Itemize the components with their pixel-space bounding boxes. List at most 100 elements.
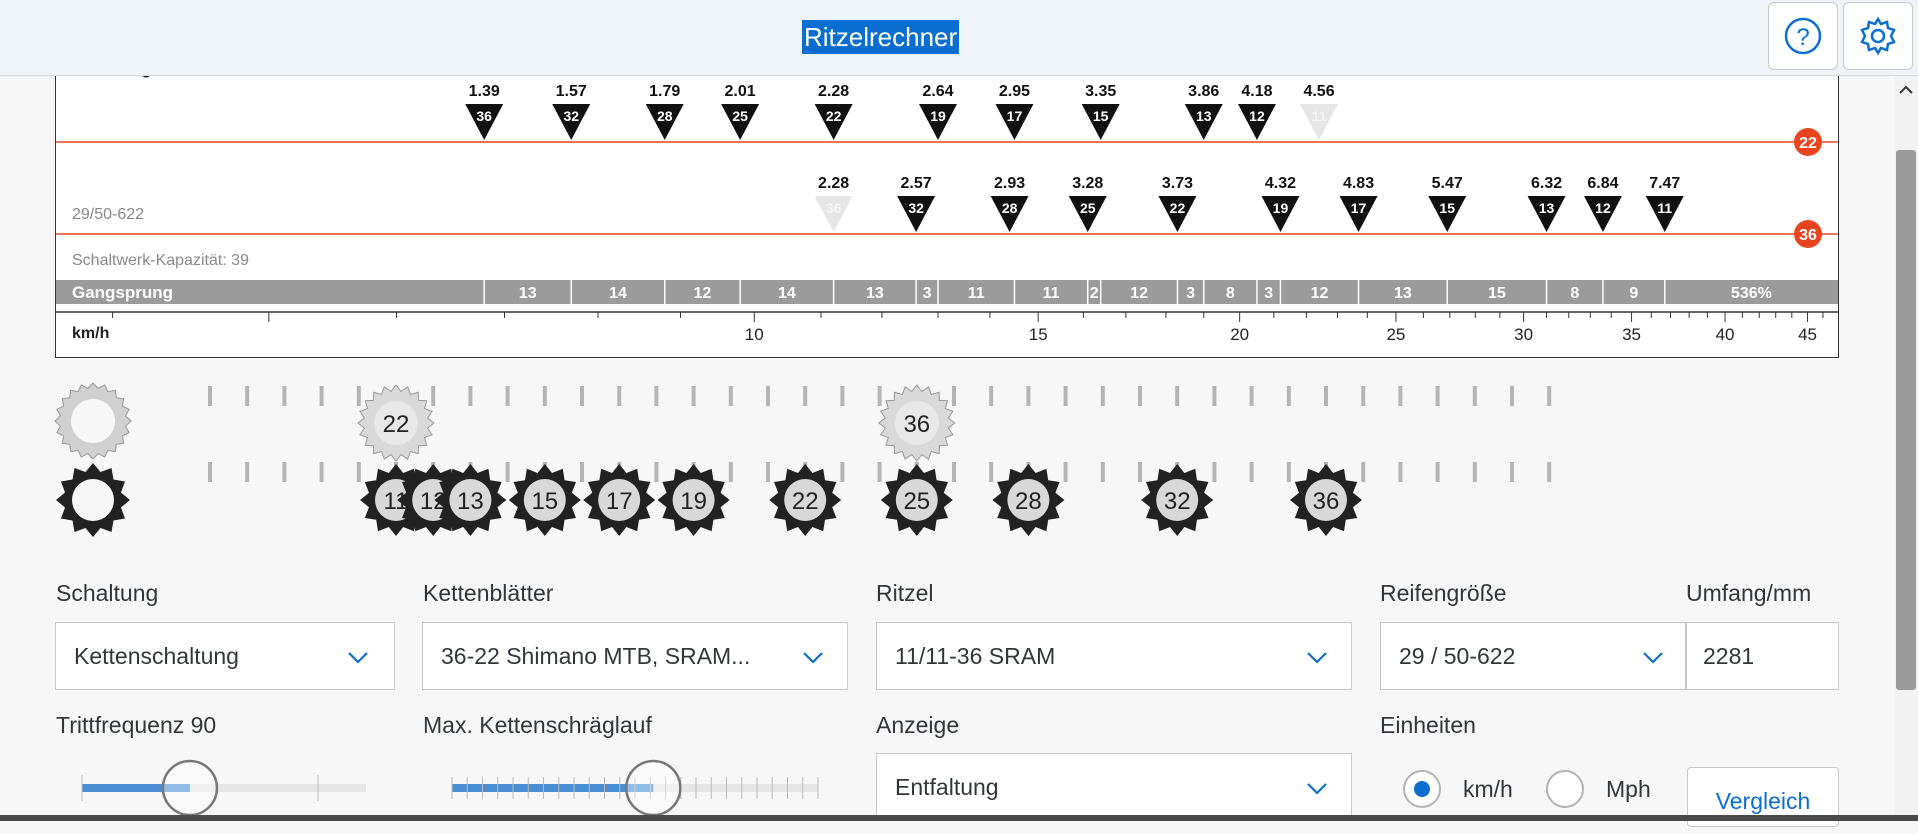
gear-position-dash [542,386,547,406]
gangsprung-value: 15 [1488,285,1506,302]
gear-entfaltung-label: 6.84 [1587,175,1618,192]
gear-position-dash [989,462,994,482]
gear-entfaltung-label: 3.35 [1085,83,1116,100]
gear-position-dash [952,386,956,406]
chevron-down-icon [1643,652,1663,664]
gear-position-dash [1138,386,1142,406]
gear-position-dash [1472,386,1477,406]
gear-position-dash [766,462,770,482]
gangsprung-value: 3 [1264,285,1273,302]
gear-marker-cog-label: 19 [930,108,946,124]
app-header: Ritzelrechner ? [0,0,1918,76]
kmh-radio-label[interactable]: km/h [1463,776,1513,803]
chevron-down-icon [1307,783,1327,795]
gear-marker-cog-label: 36 [476,108,492,124]
gear-position-dash [654,386,659,406]
gear-position-dash [580,462,584,482]
gangsprung-value: 2 [1090,285,1099,302]
gear-marker-cog-label: 13 [1196,108,1212,124]
reifen-label: Reifengröße [1380,580,1507,606]
gangsprung-label: Gangsprung [72,283,173,302]
gear-marker-cog-label: 22 [826,108,842,124]
gear-marker-cog-label: 11 [1312,108,1327,124]
kettenschraeglauf-slider-handle[interactable] [625,759,682,817]
speed-axis-tick-label: 10 [745,325,764,344]
gear-marker-cog-label: 36 [826,200,842,216]
gear-entfaltung-label: 6.32 [1531,175,1562,192]
gear-marker-cog-label: 15 [1439,200,1455,216]
schaltung-select[interactable]: Kettenschaltung [55,622,395,690]
gear-entfaltung-label: 4.18 [1241,83,1272,100]
cog-icon-label: 22 [792,488,819,515]
cog-icon-label: 28 [1015,488,1042,515]
gangsprung-value: 14 [609,285,627,302]
ritzel-select[interactable]: 11/11-36 SRAM [876,622,1352,690]
gangsprung-value: 12 [1311,285,1329,302]
gangsprung-value: 13 [519,285,537,302]
gangsprung-value: 8 [1570,285,1579,302]
schaltung-value: Kettenschaltung [74,643,239,669]
gear-entfaltung-label: 2.57 [901,175,932,192]
gear-position-dash [208,386,212,406]
chainring-badge-label: 36 [1799,227,1817,244]
settings-button[interactable] [1843,2,1913,70]
gear-position-dash [691,386,696,406]
chainring-icon-label: 22 [383,411,410,438]
help-button[interactable]: ? [1768,2,1838,70]
umfang-input[interactable]: 2281 [1686,622,1839,690]
cog-icon-label: 15 [531,488,558,515]
chainring-icon-label: 36 [903,411,930,438]
gear-marker-cog-label: 28 [1002,200,1018,216]
gangsprung-value: 11 [1043,285,1060,302]
gear-position-dash [1286,386,1291,406]
anzeige-select[interactable]: Entfaltung [876,753,1352,821]
gear-position-dash [468,386,473,406]
gear-position-dash [245,462,250,482]
anzeige-value: Entfaltung [895,774,999,800]
gear-position-dash [431,386,436,406]
gear-position-dash [654,462,659,482]
mph-radio-label[interactable]: Mph [1606,776,1651,803]
speed-axis-tick-label: 30 [1514,325,1533,344]
scrollbar-thumb[interactable] [1896,150,1916,690]
gear-marker-cog-label: 25 [732,108,748,124]
entfaltung-axis-tick-label: 6 [1505,76,1514,78]
capacity-label: Schaltwerk-Kapazität: 39 [72,252,249,269]
kettenschraeglauf-slider[interactable] [440,755,830,821]
gear-position-dash [728,462,733,482]
gangsprung-value: 13 [866,285,884,302]
gear-position-dash [1063,462,1068,482]
trittfrequenz-label: Trittfrequenz 90 [56,712,217,738]
gear-position-dash [1547,386,1552,406]
reifen-select[interactable]: 29 / 50-622 [1380,622,1686,690]
gear-marker-cog-label: 19 [1273,200,1289,216]
trittfrequenz-slider[interactable] [70,755,380,821]
gear-position-dash [282,386,287,406]
kettenschraeglauf-label: Max. Kettenschräglauf [423,712,652,738]
scroll-up-icon[interactable] [1896,80,1916,100]
kmh-radio[interactable] [1403,770,1441,808]
gear-marker-cog-label: 28 [657,108,673,124]
gear-marker-cog-label: 17 [1007,108,1023,124]
gear-chart-svg: Entfaltung/m2345678221.39361.57321.79282… [56,76,1838,344]
gear-icon [1860,16,1896,56]
gear-chart: Entfaltung/m2345678221.39361.57321.79282… [55,76,1839,358]
gear-position-dash [319,386,324,406]
gear-entfaltung-label: 4.32 [1265,175,1296,192]
gear-position-dash [877,386,882,406]
kettenblaetter-select[interactable]: 36-22 Shimano MTB, SRAM... [422,622,848,690]
reference-chainring-hub [71,399,115,443]
gear-position-dash [728,386,733,406]
mph-radio[interactable] [1546,770,1584,808]
gear-position-dash [356,462,361,482]
gear-marker-cog-label: 17 [1351,200,1367,216]
gear-marker-cog-label: 12 [1249,108,1265,124]
gear-entfaltung-label: 1.57 [556,83,587,100]
gear-position-dash [1026,386,1031,406]
gear-entfaltung-label: 2.28 [818,83,849,100]
gear-position-dash [766,386,770,406]
gear-entfaltung-label: 3.73 [1162,175,1193,192]
cog-icon-label: 25 [903,488,930,515]
cog-icon-label: 13 [457,488,484,515]
trittfrequenz-slider-handle[interactable] [161,759,219,817]
